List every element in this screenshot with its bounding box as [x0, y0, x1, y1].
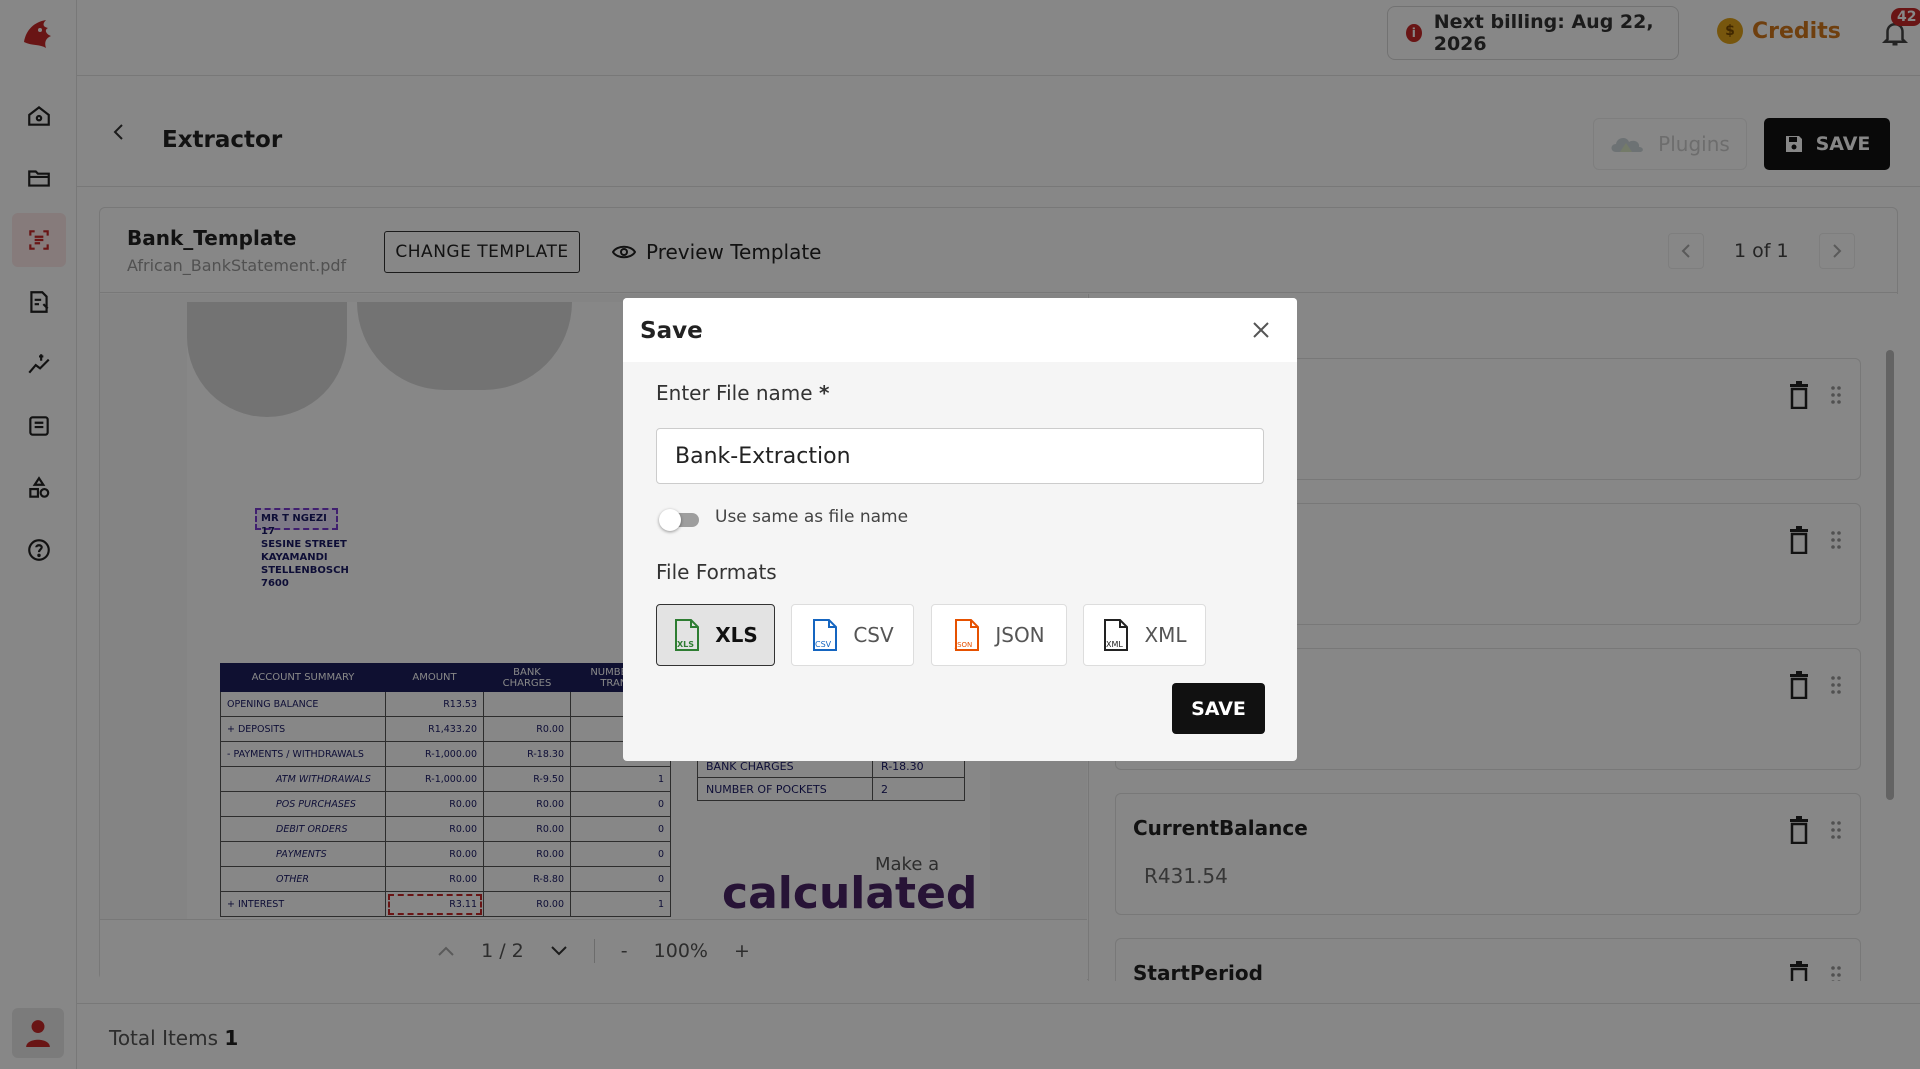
same-name-toggle[interactable]	[659, 507, 699, 531]
close-icon[interactable]	[1251, 320, 1271, 340]
file-name-label: Enter File name *	[656, 381, 829, 405]
file-name-input[interactable]	[656, 428, 1264, 484]
format-label: XML	[1144, 623, 1187, 647]
svg-text:XML: XML	[1106, 640, 1123, 649]
dialog-save-button[interactable]: SAVE	[1172, 683, 1265, 734]
dialog-header: Save	[623, 298, 1297, 362]
xls-file-icon: XLS	[675, 619, 700, 651]
csv-file-icon: CSV	[813, 619, 838, 651]
format-option-xml[interactable]: XML XML	[1083, 604, 1206, 666]
save-dialog: Save Enter File name * Use same as file …	[623, 298, 1297, 761]
required-mark: *	[818, 381, 830, 405]
file-name-label-text: Enter File name	[656, 381, 813, 405]
json-file-icon: JSON	[954, 619, 980, 651]
format-label: XLS	[715, 623, 758, 647]
dialog-title: Save	[640, 318, 703, 344]
format-option-json[interactable]: JSON JSON	[931, 604, 1067, 666]
svg-text:XLS: XLS	[677, 640, 694, 649]
toggle-knob	[659, 509, 681, 531]
xml-file-icon: XML	[1104, 619, 1129, 651]
format-option-xls[interactable]: XLS XLS	[656, 604, 775, 666]
toggle-label: Use same as file name	[715, 507, 909, 527]
svg-text:JSON: JSON	[954, 641, 972, 649]
file-formats-label: File Formats	[656, 560, 777, 584]
format-label: CSV	[853, 623, 894, 647]
svg-text:CSV: CSV	[815, 640, 832, 649]
format-label: JSON	[995, 623, 1045, 647]
format-option-csv[interactable]: CSV CSV	[791, 604, 914, 666]
